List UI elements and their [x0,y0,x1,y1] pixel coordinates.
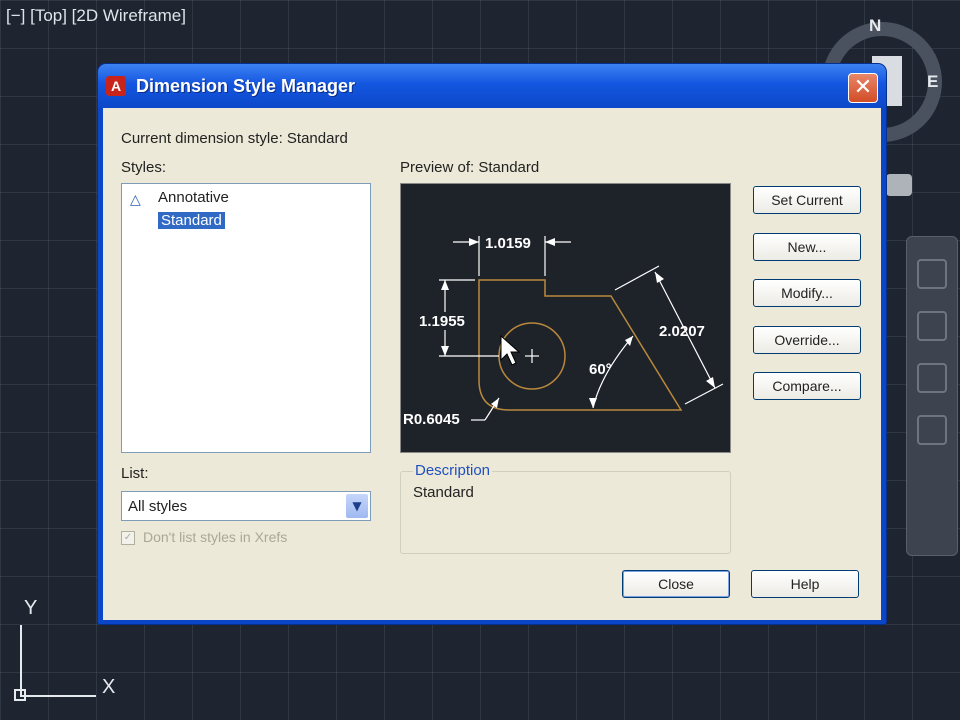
compass-north-label[interactable]: N [869,16,881,36]
zoom-icon[interactable] [917,311,947,341]
chevron-down-icon[interactable]: ▼ [346,494,368,518]
annotative-icon: △ [130,192,141,208]
dimension-preview: 1.0159 1.1955 2.0207 60° R0.6045 [400,183,731,453]
description-group: Description Standard [400,462,731,554]
description-legend: Description [413,462,493,479]
preview-label: Preview of: Standard [400,159,540,176]
wcs-menu-button[interactable] [886,174,912,196]
dialog-titlebar[interactable]: A Dimension Style Manager ✕ [98,64,886,108]
compare-button[interactable]: Compare... [753,372,861,400]
new-button[interactable]: New... [753,233,861,261]
modify-button[interactable]: Modify... [753,279,861,307]
style-item-standard[interactable]: Standard [158,212,225,229]
list-filter-value: All styles [128,498,188,515]
showmotion-icon[interactable] [917,415,947,445]
mouse-cursor-icon [500,334,521,366]
styles-label: Styles: [121,159,167,176]
ucs-y-label: Y [24,597,38,619]
dim-left-text: 1.1955 [419,313,465,330]
dim-right-text: 2.0207 [659,323,705,340]
navigation-bar[interactable] [906,236,958,556]
override-button[interactable]: Override... [753,326,861,354]
orbit-icon[interactable] [917,363,947,393]
radius-text: R0.6045 [403,411,460,428]
dialog-title: Dimension Style Manager [136,76,356,96]
close-window-button[interactable]: ✕ [848,73,878,103]
dont-list-xrefs-checkbox[interactable]: ✓ [121,531,135,545]
preview-drawing: 1.0159 1.1955 2.0207 60° R0.6045 [403,235,724,428]
dimension-style-manager-dialog: A Dimension Style Manager ✕ Current dime… [98,64,886,624]
description-text: Standard [413,484,474,501]
dialog-body: Current dimension style: Standard Styles… [103,108,881,620]
pan-icon[interactable] [917,259,947,289]
list-label: List: [121,465,149,482]
close-button[interactable]: Close [622,570,730,598]
compass-east-label[interactable]: E [927,72,938,92]
styles-list[interactable]: △ Annotative Standard [121,183,371,453]
ucs-y-axis [20,625,22,695]
ucs-origin-icon [14,689,26,701]
dont-list-xrefs-label: Don't list styles in Xrefs [143,529,288,545]
ucs-x-label: X [102,676,116,698]
current-style-label: Current dimension style: Standard [121,130,348,147]
dim-top-text: 1.0159 [485,235,531,252]
style-item-annotative[interactable]: Annotative [158,189,229,206]
help-button[interactable]: Help [751,570,859,598]
autocad-app-icon: A [106,76,126,96]
angle-text: 60° [589,361,612,378]
set-current-button[interactable]: Set Current [753,186,861,214]
ucs-x-axis [20,695,96,697]
viewport-controls-label[interactable]: [−] [Top] [2D Wireframe] [6,6,186,26]
list-filter-select[interactable]: All styles ▼ [121,491,371,521]
